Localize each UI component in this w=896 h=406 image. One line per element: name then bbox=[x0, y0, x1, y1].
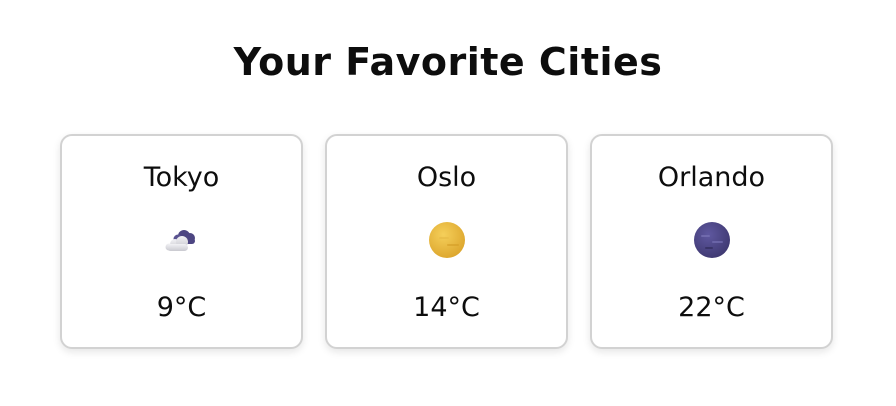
moon-icon bbox=[692, 220, 732, 260]
page: Your Favorite Cities Tokyo 9°C Oslo 14°C… bbox=[0, 0, 896, 406]
temperature: 22°C bbox=[678, 292, 745, 323]
city-name: Oslo bbox=[416, 162, 477, 193]
temperature: 9°C bbox=[156, 292, 207, 323]
cloudy-night-icon bbox=[162, 220, 202, 260]
page-title: Your Favorite Cities bbox=[233, 40, 663, 84]
sun-icon bbox=[427, 220, 467, 260]
temperature: 14°C bbox=[413, 292, 480, 323]
city-name: Orlando bbox=[657, 162, 766, 193]
city-card-oslo[interactable]: Oslo 14°C bbox=[325, 134, 568, 349]
city-card-orlando[interactable]: Orlando 22°C bbox=[590, 134, 833, 349]
city-name: Tokyo bbox=[143, 162, 220, 193]
city-cards: Tokyo 9°C Oslo 14°C Orlando 22°C bbox=[60, 134, 833, 349]
city-card-tokyo[interactable]: Tokyo 9°C bbox=[60, 134, 303, 349]
